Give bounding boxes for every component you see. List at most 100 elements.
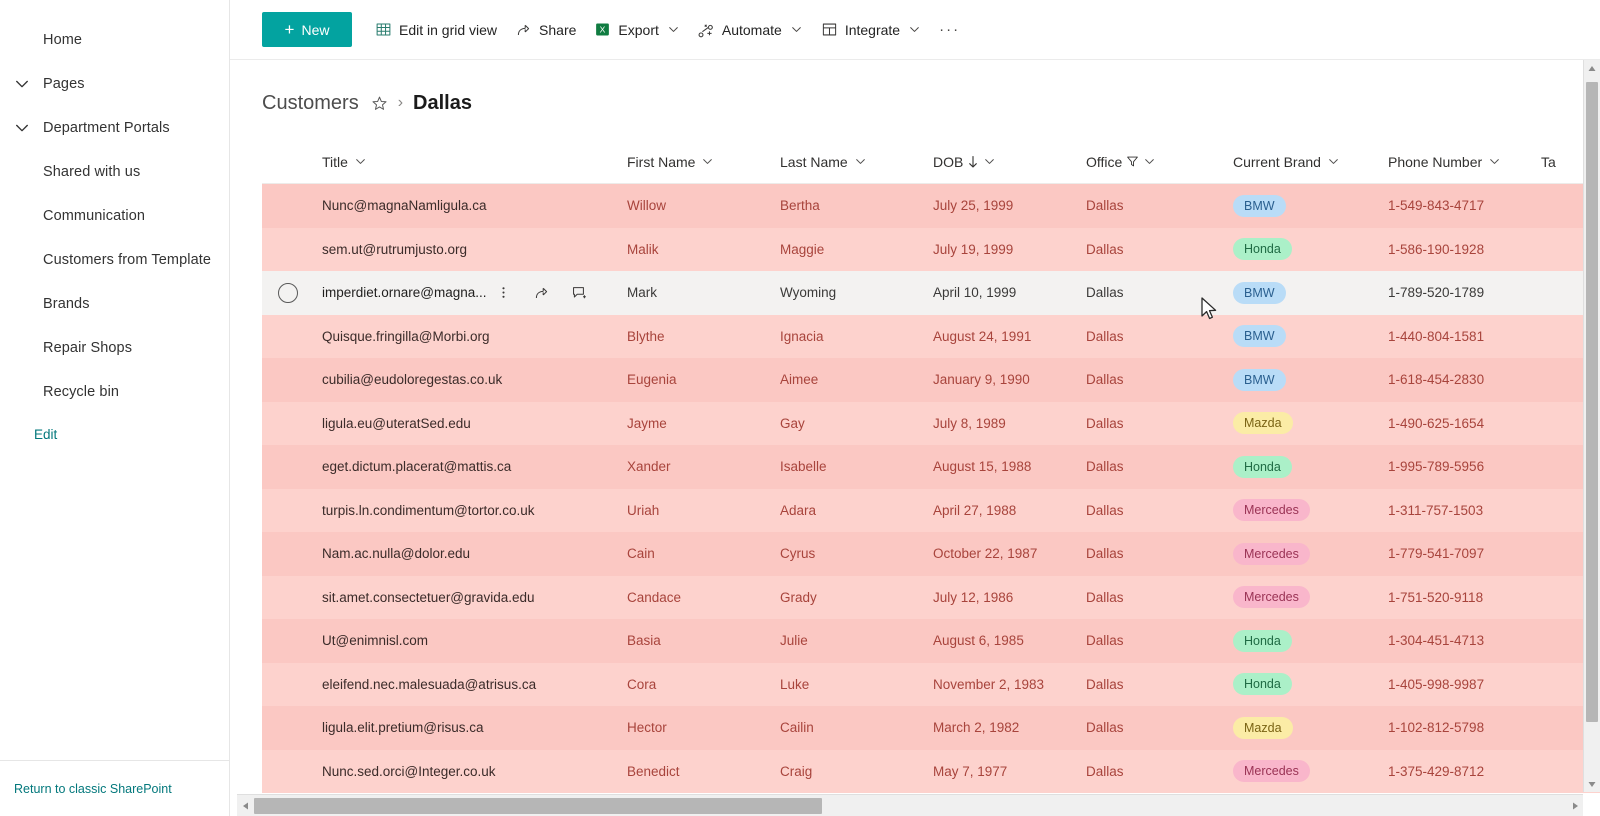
cell-first: Cain <box>627 532 780 576</box>
new-button[interactable]: + New <box>262 12 352 47</box>
cell-title[interactable]: sit.amet.consectetuer@gravida.edu <box>322 576 627 620</box>
cell-text: Dallas <box>1086 328 1124 344</box>
command-integrate-button[interactable]: Integrate <box>812 10 930 50</box>
column-header-last[interactable]: Last Name <box>780 140 933 184</box>
cell-title[interactable]: cubilia@eudoloregestas.co.uk <box>322 358 627 402</box>
command-edit-in-grid-view-button[interactable]: Edit in grid view <box>366 10 506 50</box>
sidebar-item-label: Pages <box>43 76 85 92</box>
table-row[interactable]: eget.dictum.placerat@mattis.ca Xander Isab… <box>262 445 1600 489</box>
table-row[interactable]: ligula.eu@uteratSed.edu Jayme Gay July 8, 1… <box>262 401 1600 446</box>
column-header-phone[interactable]: Phone Number <box>1388 140 1541 184</box>
cell-title[interactable]: Nunc@magnaNamligula.ca <box>322 184 627 228</box>
sidebar-edit-link[interactable]: Edit <box>0 414 229 454</box>
sidebar-item-communication[interactable]: Communication <box>0 194 229 238</box>
scroll-down-arrow-icon[interactable] <box>1584 775 1600 792</box>
chevron-down-icon[interactable] <box>983 155 996 168</box>
new-button-label: New <box>301 21 330 38</box>
sidebar-item-home[interactable]: Home <box>0 18 229 62</box>
sidebar-item-repair-shops[interactable]: Repair Shops <box>0 326 229 370</box>
table-row[interactable]: sem.ut@rutrumjusto.org Malik Maggie July 19… <box>262 227 1600 272</box>
table-row[interactable]: turpis.ln.condimentum@tortor.co.uk Uriah A… <box>262 488 1600 533</box>
sidebar-item-recycle-bin[interactable]: Recycle bin <box>0 370 229 414</box>
cell-text: May 7, 1977 <box>933 763 1008 779</box>
cell-title[interactable]: eleifend.nec.malesuada@atrisus.ca <box>322 663 627 707</box>
row-action-more-icon[interactable] <box>493 282 515 304</box>
chevron-down-icon[interactable] <box>1488 155 1501 168</box>
cell-title[interactable]: sem.ut@rutrumjusto.org <box>322 228 627 272</box>
sidebar-item-label: Repair Shops <box>43 340 133 356</box>
chevron-down-icon[interactable] <box>1327 155 1340 168</box>
cell-text: 1-440-804-1581 <box>1388 328 1485 344</box>
horizontal-scrollbar-thumb[interactable] <box>254 797 822 814</box>
table-row[interactable]: Nunc@magnaNamligula.ca Willow Bertha July 2… <box>262 184 1600 228</box>
column-header-title[interactable]: Title <box>322 140 627 184</box>
cell-text: Dallas <box>1086 285 1124 301</box>
horizontal-scrollbar[interactable] <box>237 794 1583 816</box>
cell-title[interactable]: ligula.elit.pretium@risus.ca <box>322 706 627 750</box>
cell-phone: 1-490-625-1654 <box>1388 402 1541 446</box>
cell-title[interactable]: ligula.eu@uteratSed.edu <box>322 402 627 446</box>
row-action-comment-icon[interactable] <box>569 282 591 304</box>
table-row[interactable]: sit.amet.consectetuer@gravida.edu Candace… <box>262 575 1600 620</box>
filter-icon[interactable] <box>1126 155 1139 168</box>
sidebar-item-label: Customers from Template <box>43 252 212 268</box>
cell-title[interactable]: eget.dictum.placerat@mattis.ca <box>322 445 627 489</box>
column-header-dob[interactable]: DOB <box>933 140 1086 184</box>
chevron-down-icon[interactable] <box>701 155 714 168</box>
scroll-left-arrow-icon[interactable] <box>237 795 254 816</box>
chevron-down-icon[interactable] <box>10 116 34 140</box>
sidebar-item-shared-with-us[interactable]: Shared with us <box>0 150 229 194</box>
cell-title[interactable]: Nam.ac.nulla@dolor.edu <box>322 532 627 576</box>
chevron-down-icon[interactable] <box>1143 155 1156 168</box>
chevron-down-icon[interactable] <box>354 155 367 168</box>
chevron-down-icon[interactable] <box>667 23 680 36</box>
cell-title[interactable]: turpis.ln.condimentum@tortor.co.uk <box>322 489 627 533</box>
table-row[interactable]: eleifend.nec.malesuada@atrisus.ca Cora Luk… <box>262 662 1600 707</box>
cell-title[interactable]: Nunc.sed.orci@Integer.co.uk <box>322 750 627 794</box>
command-share-button[interactable]: Share <box>506 10 585 50</box>
cell-text: eget.dictum.placerat@mattis.ca <box>322 459 512 475</box>
command-export-button[interactable]: X Export <box>585 10 688 50</box>
sidebar-item-customers-from-template[interactable]: Customers from Template <box>0 238 229 282</box>
cell-text: August 6, 1985 <box>933 633 1024 649</box>
cell-text: Luke <box>780 676 810 692</box>
breadcrumb-root-link[interactable]: Customers <box>262 92 359 115</box>
row-action-share-icon[interactable] <box>531 282 553 304</box>
command-automate-button[interactable]: Automate <box>689 10 812 50</box>
chevron-down-icon[interactable] <box>790 23 803 36</box>
column-header-brand[interactable]: Current Brand <box>1233 140 1388 184</box>
table-row[interactable]: Nam.ac.nulla@dolor.edu Cain Cyrus October 2… <box>262 532 1600 576</box>
row-select-radio[interactable] <box>278 282 298 303</box>
table-row[interactable]: Nunc.sed.orci@Integer.co.uk Benedict Craig… <box>262 749 1600 794</box>
cell-title[interactable]: imperdiet.ornare@magna... <box>322 271 627 315</box>
chevron-down-icon[interactable] <box>10 72 34 96</box>
vertical-scrollbar-thumb[interactable] <box>1586 82 1598 722</box>
sort-descending-icon[interactable] <box>967 155 979 169</box>
chevron-down-icon[interactable] <box>908 23 921 36</box>
cell-dob: July 25, 1999 <box>933 184 1086 228</box>
sidebar-item-brands[interactable]: Brands <box>0 282 229 326</box>
table-row[interactable]: Ut@enimnisl.com Basia Julie August 6, 1985 D… <box>262 619 1600 663</box>
table-row[interactable]: ligula.elit.pretium@risus.ca Hector Cailin… <box>262 706 1600 750</box>
favorite-star-icon[interactable] <box>371 95 388 112</box>
brand-badge: Honda <box>1233 629 1292 652</box>
cell-text: Dallas <box>1086 459 1124 475</box>
horizontal-scrollbar-track[interactable] <box>254 795 1566 816</box>
table-row[interactable]: Quisque.fringilla@Morbi.org Blythe Ignacia… <box>262 314 1600 359</box>
scroll-up-arrow-icon[interactable] <box>1584 60 1600 77</box>
column-header-first[interactable]: First Name <box>627 140 780 184</box>
overflow-menu-button[interactable]: ··· <box>930 10 969 50</box>
return-to-classic-sharepoint[interactable]: Return to classic SharePoint <box>0 760 229 816</box>
chevron-down-icon[interactable] <box>854 155 867 168</box>
sidebar-item-pages[interactable]: Pages <box>0 62 229 106</box>
scroll-right-arrow-icon[interactable] <box>1566 795 1583 816</box>
brand-badge: Mercedes <box>1233 760 1310 783</box>
table-row[interactable]: imperdiet.ornare@magna... Mark Wyoming Apri… <box>262 271 1600 315</box>
vertical-scrollbar[interactable] <box>1583 60 1600 792</box>
column-header-office[interactable]: Office <box>1086 140 1233 184</box>
sidebar-item-department-portals[interactable]: Department Portals <box>0 106 229 150</box>
cell-title[interactable]: Quisque.fringilla@Morbi.org <box>322 315 627 359</box>
table-row[interactable]: cubilia@eudoloregestas.co.uk Eugenia Aimee… <box>262 358 1600 402</box>
cell-title[interactable]: Ut@enimnisl.com <box>322 619 627 663</box>
command-label: Export <box>618 21 659 38</box>
